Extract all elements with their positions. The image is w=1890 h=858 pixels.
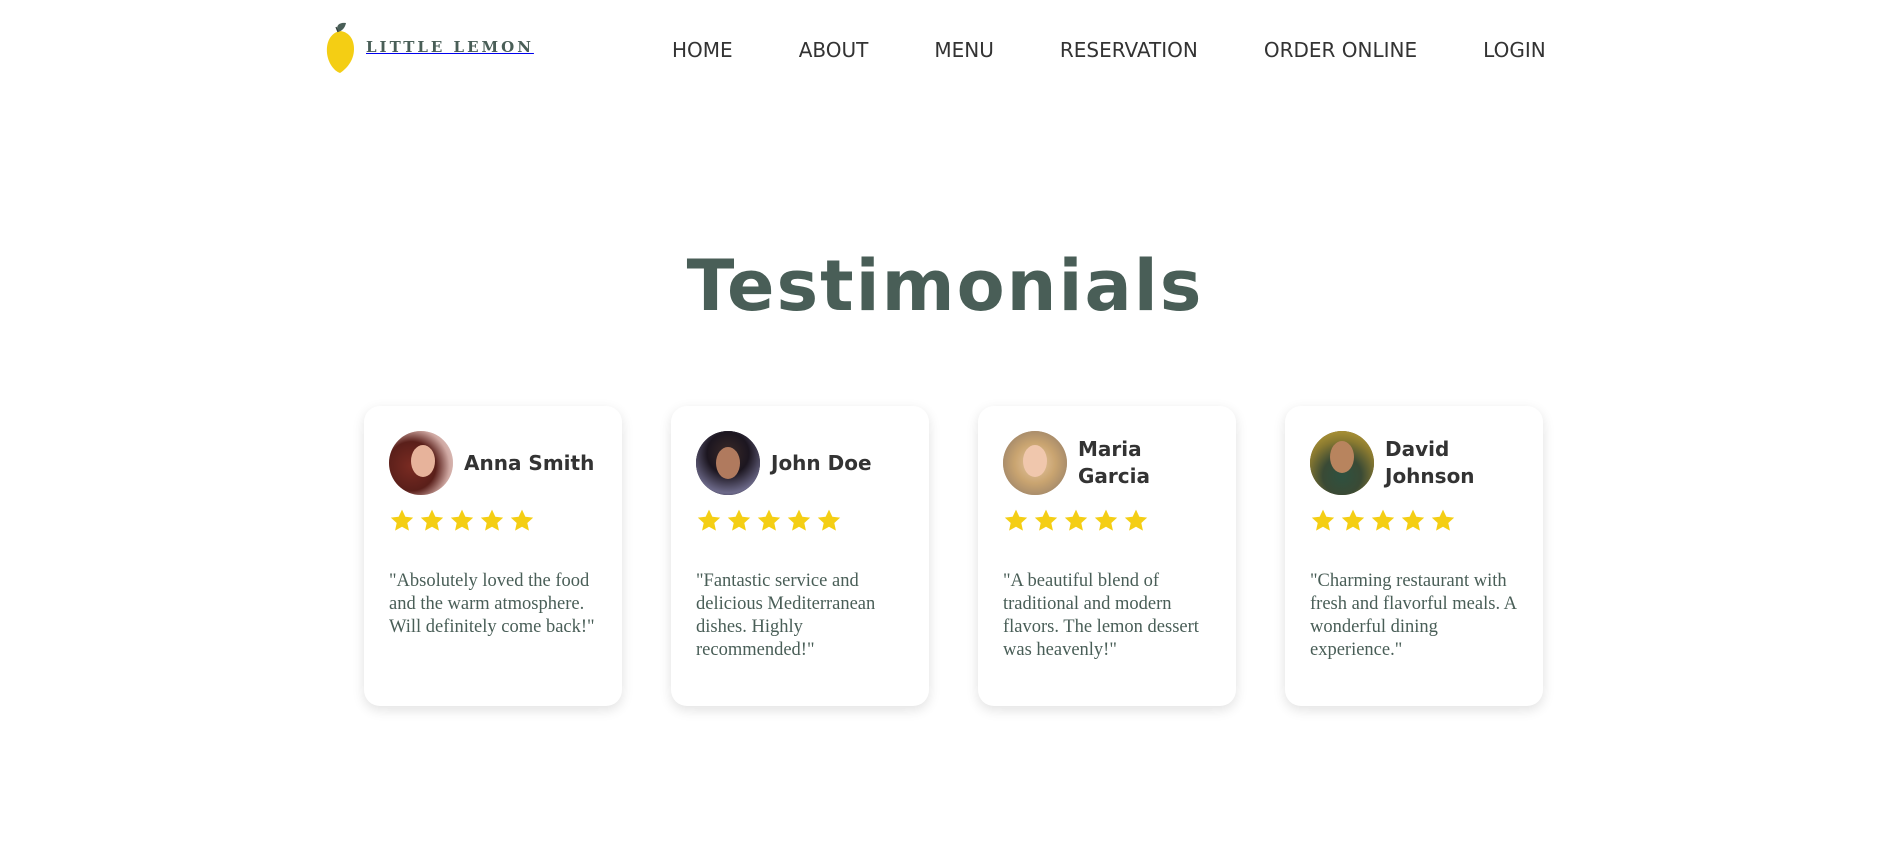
main-nav: HOME ABOUT MENU RESERVATION ORDER ONLINE… bbox=[672, 38, 1546, 62]
nav-link-order-online[interactable]: ORDER ONLINE bbox=[1264, 38, 1417, 62]
star-rating bbox=[696, 507, 904, 535]
star-icon bbox=[389, 508, 415, 534]
testimonial-cards: Anna Smith "Absolutely loved the food an… bbox=[364, 406, 1543, 706]
avatar bbox=[1003, 431, 1067, 495]
nav-link-login[interactable]: LOGIN bbox=[1483, 38, 1546, 62]
nav-link-reservation[interactable]: RESERVATION bbox=[1060, 38, 1198, 62]
testimonials-title: Testimonials bbox=[686, 245, 1204, 327]
card-header: Anna Smith bbox=[389, 431, 597, 495]
card-header: David Johnson bbox=[1310, 431, 1518, 495]
nav-link-about[interactable]: ABOUT bbox=[799, 38, 869, 62]
star-icon bbox=[726, 508, 752, 534]
star-icon bbox=[756, 508, 782, 534]
star-icon bbox=[1430, 508, 1456, 534]
reviewer-name: John Doe bbox=[771, 450, 872, 475]
testimonial-card: Anna Smith "Absolutely loved the food an… bbox=[364, 406, 622, 706]
star-rating bbox=[1310, 507, 1518, 535]
testimonial-card: John Doe "Fantastic service and deliciou… bbox=[671, 406, 929, 706]
star-icon bbox=[1400, 508, 1426, 534]
avatar bbox=[389, 431, 453, 495]
nav-link-home[interactable]: HOME bbox=[672, 38, 733, 62]
testimonial-quote: "Absolutely loved the food and the warm … bbox=[389, 571, 595, 637]
star-icon bbox=[1340, 508, 1366, 534]
logo-text: LITTLE LEMON bbox=[366, 38, 534, 56]
reviewer-name: David Johnson bbox=[1385, 437, 1475, 488]
nav-link-menu[interactable]: MENU bbox=[934, 38, 994, 62]
star-icon bbox=[1123, 508, 1149, 534]
testimonial-quote: "Fantastic service and delicious Mediter… bbox=[696, 571, 876, 660]
testimonial-quote: "A beautiful blend of traditional and mo… bbox=[1003, 571, 1199, 660]
avatar bbox=[1310, 431, 1374, 495]
logo[interactable]: LITTLE LEMON bbox=[324, 21, 534, 73]
star-icon bbox=[1003, 508, 1029, 534]
card-header: John Doe bbox=[696, 431, 904, 495]
testimonial-quote: "Charming restaurant with fresh and flav… bbox=[1310, 571, 1517, 660]
testimonial-card: Maria Garcia "A beautiful blend of tradi… bbox=[978, 406, 1236, 706]
star-icon bbox=[1063, 508, 1089, 534]
star-icon bbox=[1310, 508, 1336, 534]
star-rating bbox=[1003, 507, 1211, 535]
star-icon bbox=[1033, 508, 1059, 534]
lemon-icon bbox=[324, 21, 356, 73]
reviewer-name: Anna Smith bbox=[464, 450, 595, 475]
site-header: LITTLE LEMON HOME ABOUT MENU RESERVATION… bbox=[0, 0, 1890, 104]
star-icon bbox=[786, 508, 812, 534]
star-icon bbox=[479, 508, 505, 534]
star-icon bbox=[419, 508, 445, 534]
star-icon bbox=[1093, 508, 1119, 534]
star-icon bbox=[509, 508, 535, 534]
card-header: Maria Garcia bbox=[1003, 431, 1211, 495]
star-icon bbox=[449, 508, 475, 534]
star-rating bbox=[389, 507, 597, 535]
star-icon bbox=[816, 508, 842, 534]
testimonial-card: David Johnson "Charming restaurant with … bbox=[1285, 406, 1543, 706]
star-icon bbox=[1370, 508, 1396, 534]
star-icon bbox=[696, 508, 722, 534]
reviewer-name: Maria Garcia bbox=[1078, 437, 1150, 488]
avatar bbox=[696, 431, 760, 495]
